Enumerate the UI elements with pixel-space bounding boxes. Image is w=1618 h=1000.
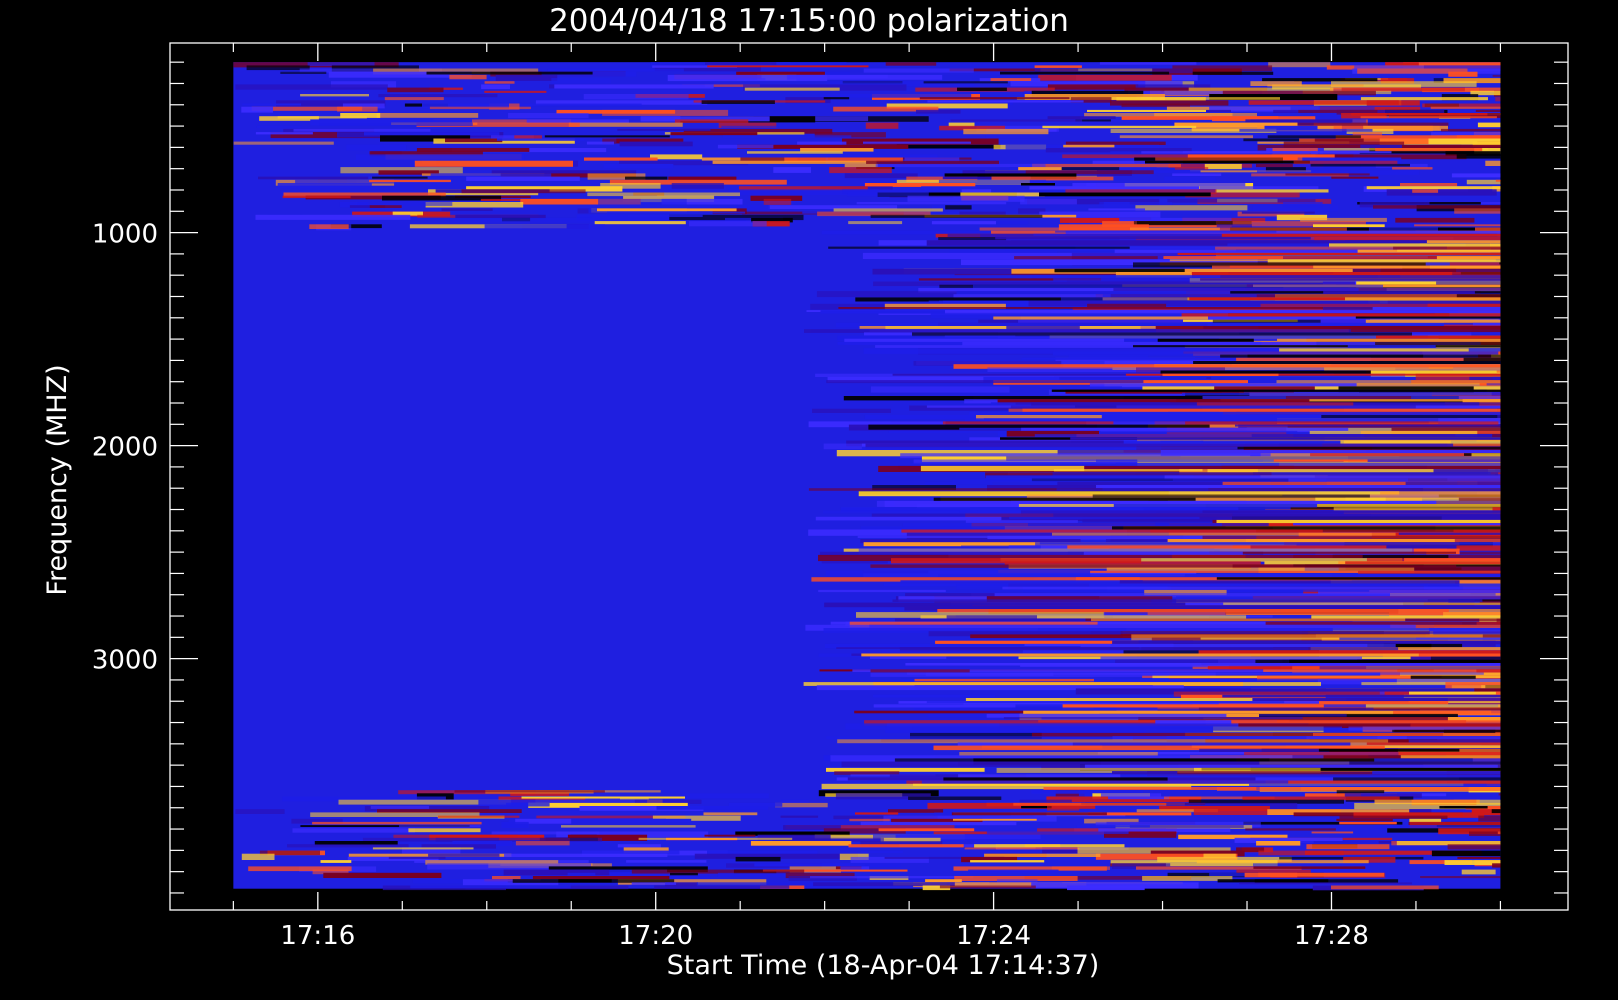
y-tick-label: 1000 [92,220,158,250]
x-axis-label: Start Time (18-Apr-04 17:14:37) [667,950,1100,981]
y-tick-label: 3000 [92,646,158,676]
y-axis-label: Frequency (MHZ) [42,364,73,595]
x-tick-label: 17:24 [956,921,1031,951]
chart-title: 2004/04/18 17:15:00 polarization [549,3,1069,39]
x-tick-label: 17:20 [618,921,693,951]
x-tick-label: 17:16 [280,921,355,951]
y-tick-label: 2000 [92,433,158,463]
x-tick-label: 17:28 [1294,921,1369,951]
spectrogram-chart: 2004/04/18 17:15:00 polarization 17:16 17… [0,0,1618,1000]
plot-area [233,62,1501,891]
